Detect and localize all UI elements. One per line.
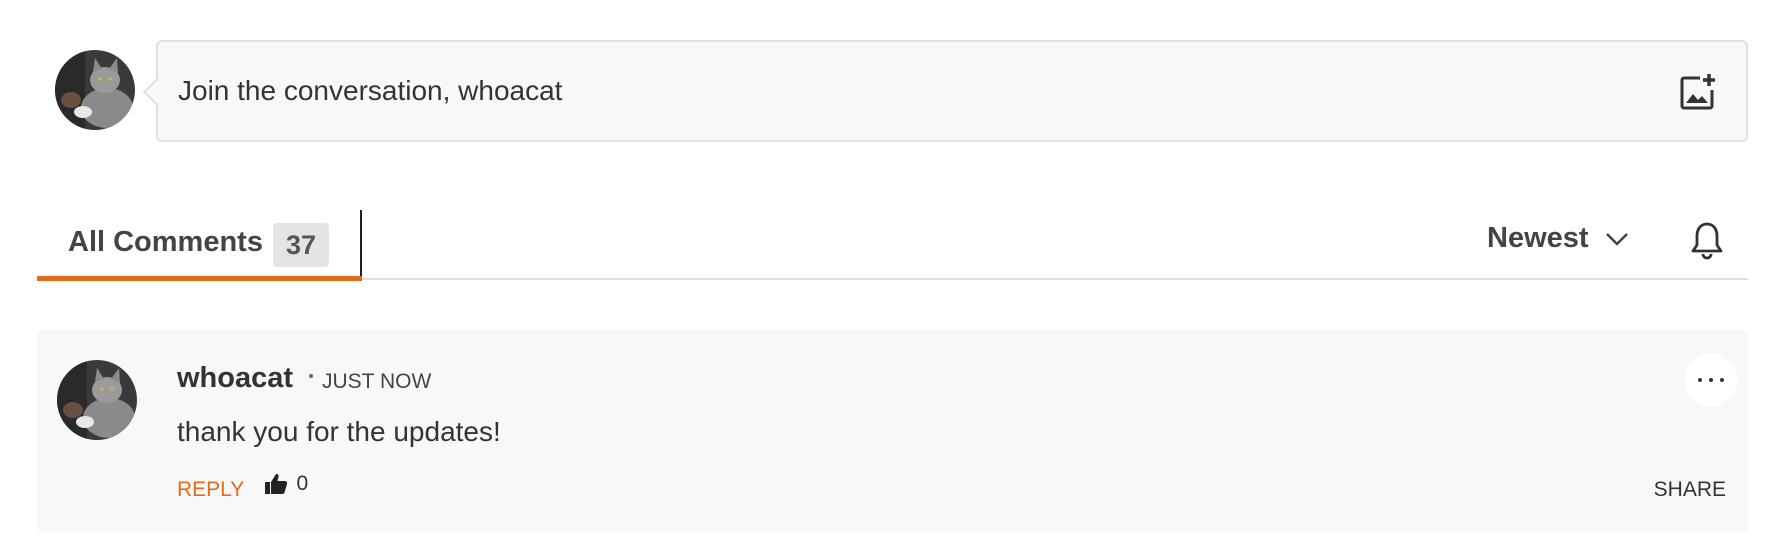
cat-avatar-image: [55, 50, 135, 130]
like-button[interactable]: 0: [264, 472, 308, 502]
bell-icon[interactable]: [1688, 220, 1726, 260]
user-avatar: [55, 50, 135, 130]
share-button[interactable]: SHARE: [1654, 478, 1726, 502]
active-tab-indicator: [37, 276, 362, 281]
tab-all-comments[interactable]: All Comments 37: [37, 210, 362, 281]
dot-separator: [309, 374, 313, 378]
comments-tabs-bar: All Comments 37 Newest: [37, 210, 1748, 281]
sort-label: Newest: [1487, 222, 1589, 254]
comment-item: whoacat JUST NOW thank you for the updat…: [37, 330, 1748, 533]
comment-count-badge: 37: [273, 223, 329, 267]
like-count: 0: [296, 472, 309, 495]
thumbs-up-icon: [264, 472, 288, 496]
add-image-icon[interactable]: [1678, 72, 1718, 112]
composer-placeholder[interactable]: Join the conversation, whoacat: [178, 75, 562, 107]
cat-avatar-image: [57, 360, 137, 440]
comment-author-avatar[interactable]: [57, 360, 137, 440]
chevron-down-icon: [1605, 231, 1629, 247]
more-options-button[interactable]: [1685, 354, 1737, 406]
comment-timestamp: JUST NOW: [322, 370, 432, 393]
tab-all-comments-label: All Comments: [68, 226, 263, 258]
comment-composer[interactable]: Join the conversation, whoacat: [142, 40, 1748, 142]
sort-dropdown[interactable]: Newest: [1487, 222, 1629, 262]
composer-pointer: [142, 77, 172, 107]
comment-author-name[interactable]: whoacat: [177, 362, 293, 395]
comments-widget: Join the conversation, whoacat All Comme…: [0, 0, 1788, 558]
comment-body: thank you for the updates!: [177, 416, 501, 447]
ellipsis-icon: [1698, 378, 1724, 382]
reply-button[interactable]: REPLY: [177, 478, 244, 502]
